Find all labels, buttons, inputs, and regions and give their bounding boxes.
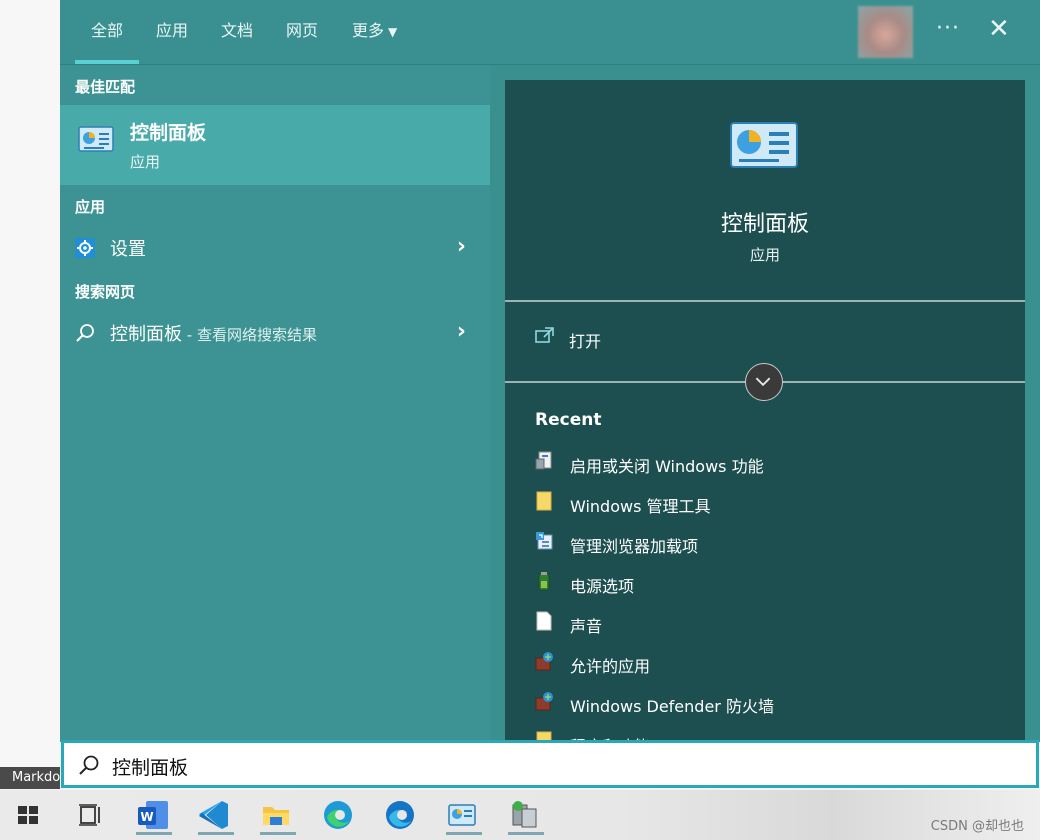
running-indicator — [198, 832, 234, 835]
windows-features-icon — [535, 451, 552, 470]
preview-subtitle: 应用 — [749, 246, 780, 264]
folder-icon — [536, 491, 552, 511]
recent-item-label: 声音 — [570, 617, 603, 636]
search-panel: 全部 应用 文档 网页 更多 ▼ ··· ✕ 最佳匹配 控制面板 应用 应用 设… — [60, 0, 1040, 742]
recent-item[interactable]: 管理浏览器加载项 — [535, 528, 1015, 558]
search-icon — [76, 324, 94, 342]
tab-more[interactable]: 更多 ▼ — [352, 20, 397, 43]
divider — [505, 300, 1025, 302]
web-search-suffix: - 查看网络搜索结果 — [182, 326, 317, 344]
firewall-icon — [535, 652, 553, 671]
gear-icon — [75, 238, 95, 258]
running-indicator — [260, 832, 296, 835]
tab-web[interactable]: 网页 — [286, 20, 318, 42]
open-external-icon — [535, 327, 554, 343]
network-icon — [512, 801, 537, 828]
web-search-query: 控制面板 — [110, 324, 182, 345]
background-window-tab: Markdo — [0, 767, 60, 789]
firewall-icon — [535, 692, 553, 711]
word-icon[interactable]: W — [132, 795, 172, 835]
watermark-credit: CSDN @却也也 — [930, 819, 1024, 834]
control-panel-taskbar-icon[interactable] — [442, 795, 482, 835]
taskbar: W CSDN @却也也 — [0, 790, 1040, 840]
windows-start-icon[interactable] — [8, 795, 48, 835]
best-match-title: 控制面板 — [130, 122, 207, 144]
tab-documents[interactable]: 文档 — [221, 20, 253, 42]
more-options-icon[interactable]: ··· — [936, 16, 960, 41]
web-search-result[interactable]: 控制面板 - 查看网络搜索结果 › — [60, 313, 490, 353]
caret-down-icon: ▼ — [388, 25, 398, 39]
chevron-right-icon[interactable]: › — [457, 319, 466, 344]
document-icon — [536, 611, 552, 631]
folder-icon — [263, 807, 289, 825]
apps-heading: 应用 — [75, 198, 106, 216]
recent-item-label: Windows 管理工具 — [570, 497, 711, 516]
recent-item[interactable]: Windows 管理工具 — [535, 488, 1015, 518]
search-input[interactable] — [110, 751, 994, 781]
close-icon[interactable]: ✕ — [988, 14, 1010, 44]
svg-text:W: W — [140, 810, 153, 824]
filter-tabs-bar: 全部 应用 文档 网页 更多 ▼ ··· ✕ — [60, 0, 1040, 65]
edge-icon[interactable] — [318, 795, 358, 835]
recent-item[interactable]: 启用或关闭 Windows 功能 — [535, 448, 1015, 478]
battery-icon — [538, 572, 550, 591]
recent-item[interactable]: 声音 — [535, 608, 1015, 638]
recent-item[interactable]: Windows Defender 防火墙 — [535, 688, 1015, 718]
file-explorer-icon[interactable] — [256, 795, 296, 835]
recent-item[interactable]: 电源选项 — [535, 568, 1015, 598]
preview-pane: 控制面板 应用 打开 Recent 启用或关闭 Windows 功能 Windo… — [505, 80, 1025, 742]
best-match-heading: 最佳匹配 — [75, 78, 136, 96]
word-logo-icon: W — [138, 801, 168, 829]
settings-result[interactable]: 设置 › — [60, 228, 490, 268]
results-list: 最佳匹配 控制面板 应用 应用 设置 › 搜索网页 控制面板 - 查看网络搜索结… — [60, 65, 490, 742]
tab-more-label: 更多 — [352, 21, 385, 40]
open-action[interactable]: 打开 — [569, 328, 601, 352]
avatar[interactable] — [858, 6, 913, 58]
web-search-label: 控制面板 - 查看网络搜索结果 — [110, 320, 317, 346]
browser-addons-icon — [536, 532, 553, 550]
web-search-heading: 搜索网页 — [75, 283, 136, 301]
running-indicator — [508, 832, 544, 835]
control-panel-icon — [730, 122, 798, 168]
recent-item-label: 电源选项 — [570, 577, 635, 596]
background-window — [0, 0, 60, 770]
control-panel-icon — [448, 804, 476, 826]
expand-button[interactable] — [745, 363, 783, 401]
recent-item-label: 允许的应用 — [570, 657, 651, 676]
preview-title: 控制面板 — [720, 212, 809, 237]
recent-item[interactable]: 允许的应用 — [535, 648, 1015, 678]
recent-item-label: 管理浏览器加载项 — [570, 537, 699, 556]
vscode-logo-icon — [199, 801, 228, 829]
tab-all[interactable]: 全部 — [74, 20, 140, 64]
best-match-result[interactable]: 控制面板 应用 — [60, 105, 490, 185]
tab-apps[interactable]: 应用 — [156, 20, 188, 42]
running-indicator — [136, 832, 172, 835]
search-icon — [79, 755, 99, 775]
chevron-right-icon[interactable]: › — [457, 234, 466, 259]
vscode-icon[interactable] — [194, 795, 234, 835]
control-panel-icon — [78, 126, 114, 152]
network-app-icon[interactable] — [504, 795, 544, 835]
best-match-subtitle: 应用 — [130, 153, 161, 171]
recent-item-label: 启用或关闭 Windows 功能 — [570, 457, 764, 476]
search-box[interactable] — [61, 740, 1039, 788]
task-view-icon[interactable] — [70, 795, 110, 835]
chevron-down-icon — [755, 377, 771, 387]
settings-label: 设置 — [110, 239, 146, 260]
recent-heading: Recent — [535, 410, 602, 430]
running-indicator — [446, 832, 482, 835]
recent-item-label: Windows Defender 防火墙 — [570, 697, 774, 716]
edge-dev-icon[interactable] — [380, 795, 420, 835]
